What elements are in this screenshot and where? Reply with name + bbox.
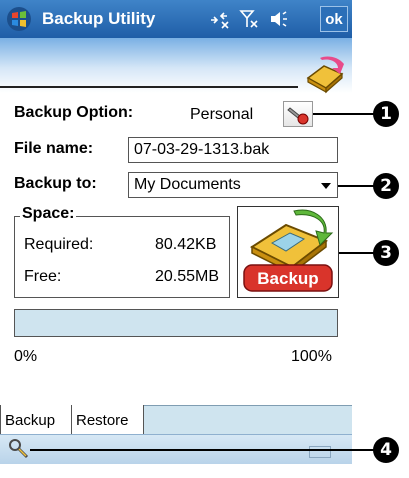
- tools-icon[interactable]: [8, 438, 30, 460]
- backup-button[interactable]: Backup: [237, 206, 339, 298]
- backup-icon: Backup: [243, 209, 334, 292]
- windows-flag-icon[interactable]: [6, 6, 32, 32]
- callout-3: 3: [373, 240, 399, 266]
- signal-icon[interactable]: [238, 8, 260, 30]
- progress-end-label: 100%: [291, 348, 332, 365]
- backup-option-value: Personal: [190, 106, 254, 123]
- backup-to-label: Backup to:: [14, 175, 97, 192]
- free-value: 20.55MB: [155, 268, 220, 285]
- callout-line-3: [339, 252, 374, 254]
- backup-to-value: My Documents: [134, 176, 241, 193]
- header-band: [0, 38, 352, 93]
- backup-option-button[interactable]: [283, 101, 313, 127]
- callout-1: 1: [373, 101, 399, 127]
- required-label: Required:: [24, 236, 94, 253]
- file-name-label: File name:: [14, 140, 94, 157]
- backup-app-icon: [306, 56, 344, 94]
- callout-line-2: [338, 185, 374, 187]
- tab-restore[interactable]: Restore: [72, 405, 144, 434]
- callout-line-4: [30, 449, 374, 451]
- progress-bar: [14, 309, 338, 337]
- header-divider: [0, 86, 298, 88]
- backup-option-label: Backup Option:: [14, 104, 134, 121]
- app-title: Backup Utility: [42, 9, 156, 28]
- callout-4: 4: [373, 437, 399, 463]
- connectivity-icon[interactable]: [208, 8, 230, 30]
- title-bar: Backup Utility ok: [0, 0, 352, 38]
- chevron-down-icon: [321, 183, 331, 189]
- callout-line-1: [313, 113, 375, 115]
- free-label: Free:: [24, 268, 62, 285]
- ok-button[interactable]: ok: [320, 6, 348, 32]
- required-value: 80.42KB: [155, 236, 217, 253]
- space-title: Space:: [20, 205, 77, 223]
- backup-button-label: Backup: [257, 269, 318, 288]
- backup-to-dropdown[interactable]: My Documents: [128, 172, 338, 198]
- callout-2: 2: [373, 173, 399, 199]
- keyboard-icon[interactable]: [309, 446, 331, 458]
- tab-backup[interactable]: Backup: [0, 405, 72, 434]
- progress-start-label: 0%: [14, 348, 38, 365]
- file-name-input[interactable]: 07-03-29-1313.bak: [128, 137, 338, 163]
- wrench-icon: [287, 107, 309, 125]
- volume-icon[interactable]: [268, 8, 290, 30]
